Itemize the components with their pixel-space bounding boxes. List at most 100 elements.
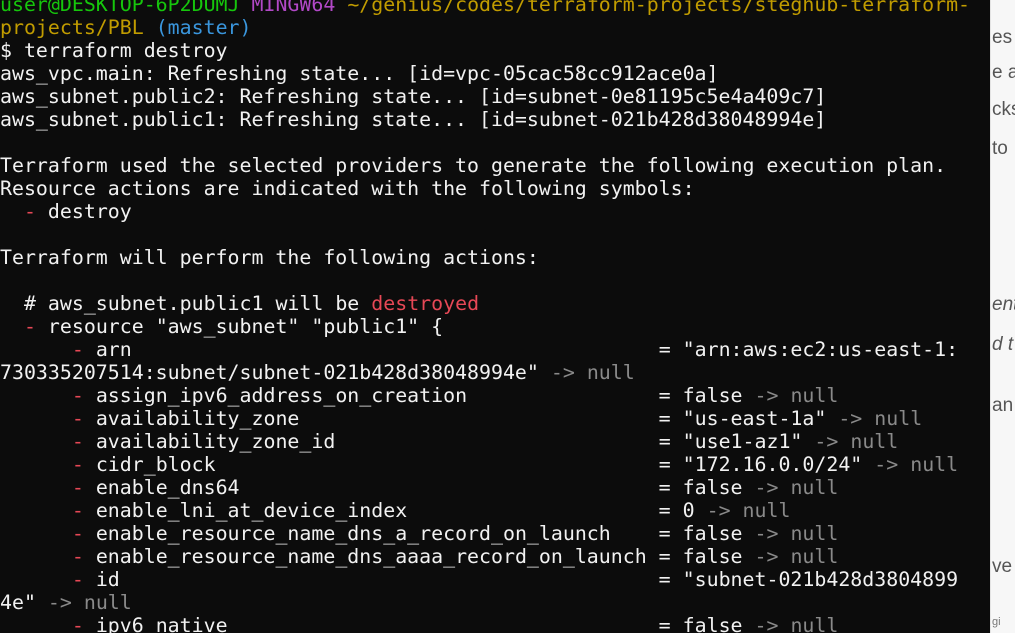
attribute-line-wrap: 4e" -> null [0, 591, 990, 614]
arrow: -> [838, 407, 863, 430]
attribute-name: id [95, 568, 120, 591]
null-value: null [790, 545, 839, 568]
background-document-window[interactable]: es e a cks to ent d t an ve gi [990, 0, 1015, 633]
equals-sign: = [658, 453, 671, 476]
arrow-null: -> null [755, 384, 839, 407]
attribute-line: - availability_zone_id = "use1-az1" -> n… [0, 430, 990, 453]
doc-text-fragment: ve [992, 556, 1013, 577]
prompt-env: MINGW64 [251, 0, 336, 16]
arrow: -> [754, 522, 779, 545]
arrow: -> [754, 545, 779, 568]
arrow-null: -> null [551, 361, 635, 384]
attribute-line: - cidr_block = "172.16.0.0/24" -> null [0, 453, 990, 476]
attribute-line: - availability_zone = "us-east-1a" -> nu… [0, 407, 990, 430]
arrow-null: -> null [755, 476, 839, 499]
attribute-line: - id = "subnet-021b428d3804899 [0, 568, 990, 591]
prompt-branch: (master) [155, 16, 252, 39]
attribute-value: "172.16.0.0/24" [682, 453, 863, 476]
destroy-symbol: - [23, 200, 36, 223]
doc-text-fragment: ent [992, 294, 1015, 315]
minus-marker: - [71, 384, 84, 407]
equals-sign: = [658, 338, 671, 361]
attribute-list: - arn = "arn:aws:ec2:us-east-1: 730335207… [0, 338, 990, 633]
null-value: null [742, 499, 791, 522]
equals-sign: = [658, 407, 671, 430]
null-value: null [790, 476, 839, 499]
resource-comment: # aws_subnet.public1 [23, 292, 264, 315]
plan-intro-line: Terraform used the selected providers to… [0, 154, 947, 177]
null-value: null [874, 407, 923, 430]
minus-marker: - [71, 568, 84, 591]
attribute-value: false [682, 384, 743, 407]
resource-declaration: resource "aws_subnet" "public1" { [47, 315, 444, 338]
minus-marker: - [71, 614, 84, 633]
arrow-null: -> null [707, 499, 791, 522]
attribute-value: false [682, 614, 743, 633]
attribute-line: - enable_resource_name_dns_a_record_on_l… [0, 522, 990, 545]
equals-sign: = [658, 476, 671, 499]
minus-marker: - [71, 338, 84, 361]
destroyed-label: destroyed [371, 292, 480, 315]
equals-sign: = [658, 499, 671, 522]
attribute-value: "subnet-021b428d3804899 [682, 568, 959, 591]
equals-sign: = [658, 614, 671, 633]
destroy-symbol-label: destroy [47, 200, 132, 223]
null-value: null [850, 430, 899, 453]
minus-marker: - [71, 499, 84, 522]
equals-sign: = [658, 545, 671, 568]
doc-text-fragment: es [992, 27, 1013, 48]
refresh-line: aws_subnet.public1: Refreshing state... … [0, 108, 827, 131]
attribute-line: - assign_ipv6_address_on_creation = fals… [0, 384, 990, 407]
attribute-line: - ipv6_native = false -> null [0, 614, 990, 633]
attribute-line: - arn = "arn:aws:ec2:us-east-1: [0, 338, 990, 361]
attribute-value: "use1-az1" [682, 430, 803, 453]
attribute-name: availability_zone [95, 407, 300, 430]
doc-text-fragment: an [992, 395, 1014, 416]
prompt-path: ~/genius/codes/terraform-projects/steghu… [347, 0, 971, 16]
attribute-line-wrap: 730335207514:subnet/subnet-021b428d38048… [0, 361, 990, 384]
resource-comment-line: # aws_subnet.public1 will be destroyed [0, 292, 990, 315]
attribute-name: cidr_block [95, 453, 216, 476]
attribute-line: - enable_lni_at_device_index = 0 -> null [0, 499, 990, 522]
attribute-line: - enable_resource_name_dns_aaaa_record_o… [0, 545, 990, 568]
doc-text-fragment: gi [992, 616, 1001, 628]
refresh-line: aws_vpc.main: Refreshing state... [id=vp… [0, 62, 719, 85]
null-value: null [910, 453, 959, 476]
null-value: null [790, 384, 839, 407]
minus-marker: - [71, 430, 84, 453]
terminal-output: user@DESKTOP-6P2DUMJ MINGW64 ~/genius/co… [0, 0, 990, 633]
attribute-value-continued: 730335207514:subnet/subnet-021b428d38048… [0, 361, 539, 384]
doc-text-fragment: e a [992, 62, 1015, 83]
prompt-path-continued: projects/PBL [0, 16, 144, 39]
attribute-name: availability_zone_id [95, 430, 336, 453]
arrow-null: -> null [755, 522, 839, 545]
attribute-value: false [682, 522, 743, 545]
null-value: null [586, 361, 635, 384]
attribute-value: false [682, 476, 743, 499]
attribute-name: arn [95, 338, 132, 361]
minus-marker: - [71, 476, 84, 499]
prompt-line: user@DESKTOP-6P2DUMJ MINGW64 ~/genius/co… [0, 0, 990, 16]
attribute-value: "arn:aws:ec2:us-east-1: [682, 338, 959, 361]
minus-marker: - [71, 522, 84, 545]
equals-sign: = [658, 384, 671, 407]
minus-marker: - [71, 545, 84, 568]
arrow: -> [754, 614, 779, 633]
doc-text-fragment: d t [992, 334, 1014, 355]
equals-sign: = [658, 568, 671, 591]
perform-line: Terraform will perform the following act… [0, 246, 539, 269]
resource-comment-will-be: will be [275, 292, 360, 315]
attribute-name: enable_dns64 [95, 476, 240, 499]
arrow-null: -> null [838, 407, 922, 430]
command-line: $ terraform destroy [0, 39, 228, 62]
doc-text-fragment: to [992, 138, 1008, 159]
attribute-value: "us-east-1a" [682, 407, 827, 430]
attribute-name: assign_ipv6_address_on_creation [95, 384, 468, 407]
attribute-name: ipv6_native [95, 614, 228, 633]
arrow-null: -> null [755, 545, 839, 568]
equals-sign: = [658, 522, 671, 545]
arrow: -> [47, 591, 72, 614]
terminal-window[interactable]: user@DESKTOP-6P2DUMJ MINGW64 ~/genius/co… [0, 0, 990, 633]
